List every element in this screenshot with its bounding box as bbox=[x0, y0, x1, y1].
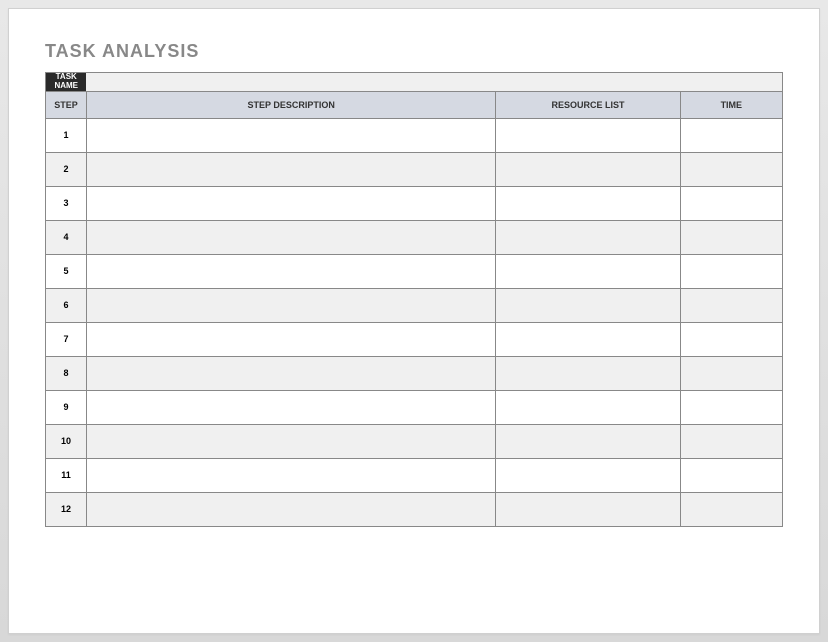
resource-list bbox=[496, 322, 680, 356]
time-cell bbox=[680, 492, 782, 526]
document-page: TASK ANALYSIS TASK NAME STEP STEP DESCRI… bbox=[8, 8, 820, 634]
time-cell bbox=[680, 390, 782, 424]
resource-list bbox=[496, 424, 680, 458]
step-description bbox=[86, 186, 495, 220]
step-description bbox=[86, 390, 495, 424]
step-number: 10 bbox=[46, 424, 87, 458]
table-row: 2 bbox=[46, 152, 783, 186]
step-number: 11 bbox=[46, 458, 87, 492]
resource-list bbox=[496, 288, 680, 322]
time-cell bbox=[680, 220, 782, 254]
step-number: 7 bbox=[46, 322, 87, 356]
resource-list bbox=[496, 186, 680, 220]
header-time: TIME bbox=[680, 91, 782, 118]
task-name-line1: TASK bbox=[56, 72, 77, 81]
task-analysis-table: TASK NAME STEP STEP DESCRIPTION RESOURCE… bbox=[45, 72, 783, 527]
resource-list bbox=[496, 220, 680, 254]
resource-list bbox=[496, 458, 680, 492]
table-row: 10 bbox=[46, 424, 783, 458]
resource-list bbox=[496, 356, 680, 390]
time-cell bbox=[680, 458, 782, 492]
step-description bbox=[86, 356, 495, 390]
time-cell bbox=[680, 152, 782, 186]
table-row: 11 bbox=[46, 458, 783, 492]
time-cell bbox=[680, 322, 782, 356]
table-row: 7 bbox=[46, 322, 783, 356]
time-cell bbox=[680, 356, 782, 390]
task-name-value bbox=[86, 73, 782, 92]
table-row: 8 bbox=[46, 356, 783, 390]
resource-list bbox=[496, 390, 680, 424]
step-description bbox=[86, 458, 495, 492]
table-row: 3 bbox=[46, 186, 783, 220]
resource-list bbox=[496, 492, 680, 526]
step-description bbox=[86, 220, 495, 254]
step-number: 2 bbox=[46, 152, 87, 186]
table-row: 6 bbox=[46, 288, 783, 322]
step-description bbox=[86, 254, 495, 288]
step-description bbox=[86, 322, 495, 356]
header-resource: RESOURCE LIST bbox=[496, 91, 680, 118]
column-header-row: STEP STEP DESCRIPTION RESOURCE LIST TIME bbox=[46, 91, 783, 118]
step-description bbox=[86, 152, 495, 186]
header-description: STEP DESCRIPTION bbox=[86, 91, 495, 118]
step-number: 6 bbox=[46, 288, 87, 322]
step-description bbox=[86, 492, 495, 526]
step-number: 12 bbox=[46, 492, 87, 526]
task-name-line2: NAME bbox=[54, 81, 78, 90]
step-description bbox=[86, 288, 495, 322]
step-number: 8 bbox=[46, 356, 87, 390]
table-row: 9 bbox=[46, 390, 783, 424]
resource-list bbox=[496, 118, 680, 152]
header-step: STEP bbox=[46, 91, 87, 118]
step-description bbox=[86, 118, 495, 152]
task-name-label: TASK NAME bbox=[46, 73, 87, 92]
step-number: 3 bbox=[46, 186, 87, 220]
step-number: 4 bbox=[46, 220, 87, 254]
task-name-row: TASK NAME bbox=[46, 73, 783, 92]
step-number: 9 bbox=[46, 390, 87, 424]
resource-list bbox=[496, 254, 680, 288]
step-number: 5 bbox=[46, 254, 87, 288]
table-row: 5 bbox=[46, 254, 783, 288]
table-row: 1 bbox=[46, 118, 783, 152]
table-row: 12 bbox=[46, 492, 783, 526]
page-title: TASK ANALYSIS bbox=[45, 41, 783, 62]
step-number: 1 bbox=[46, 118, 87, 152]
time-cell bbox=[680, 186, 782, 220]
step-description bbox=[86, 424, 495, 458]
table-row: 4 bbox=[46, 220, 783, 254]
resource-list bbox=[496, 152, 680, 186]
time-cell bbox=[680, 254, 782, 288]
time-cell bbox=[680, 288, 782, 322]
time-cell bbox=[680, 118, 782, 152]
time-cell bbox=[680, 424, 782, 458]
